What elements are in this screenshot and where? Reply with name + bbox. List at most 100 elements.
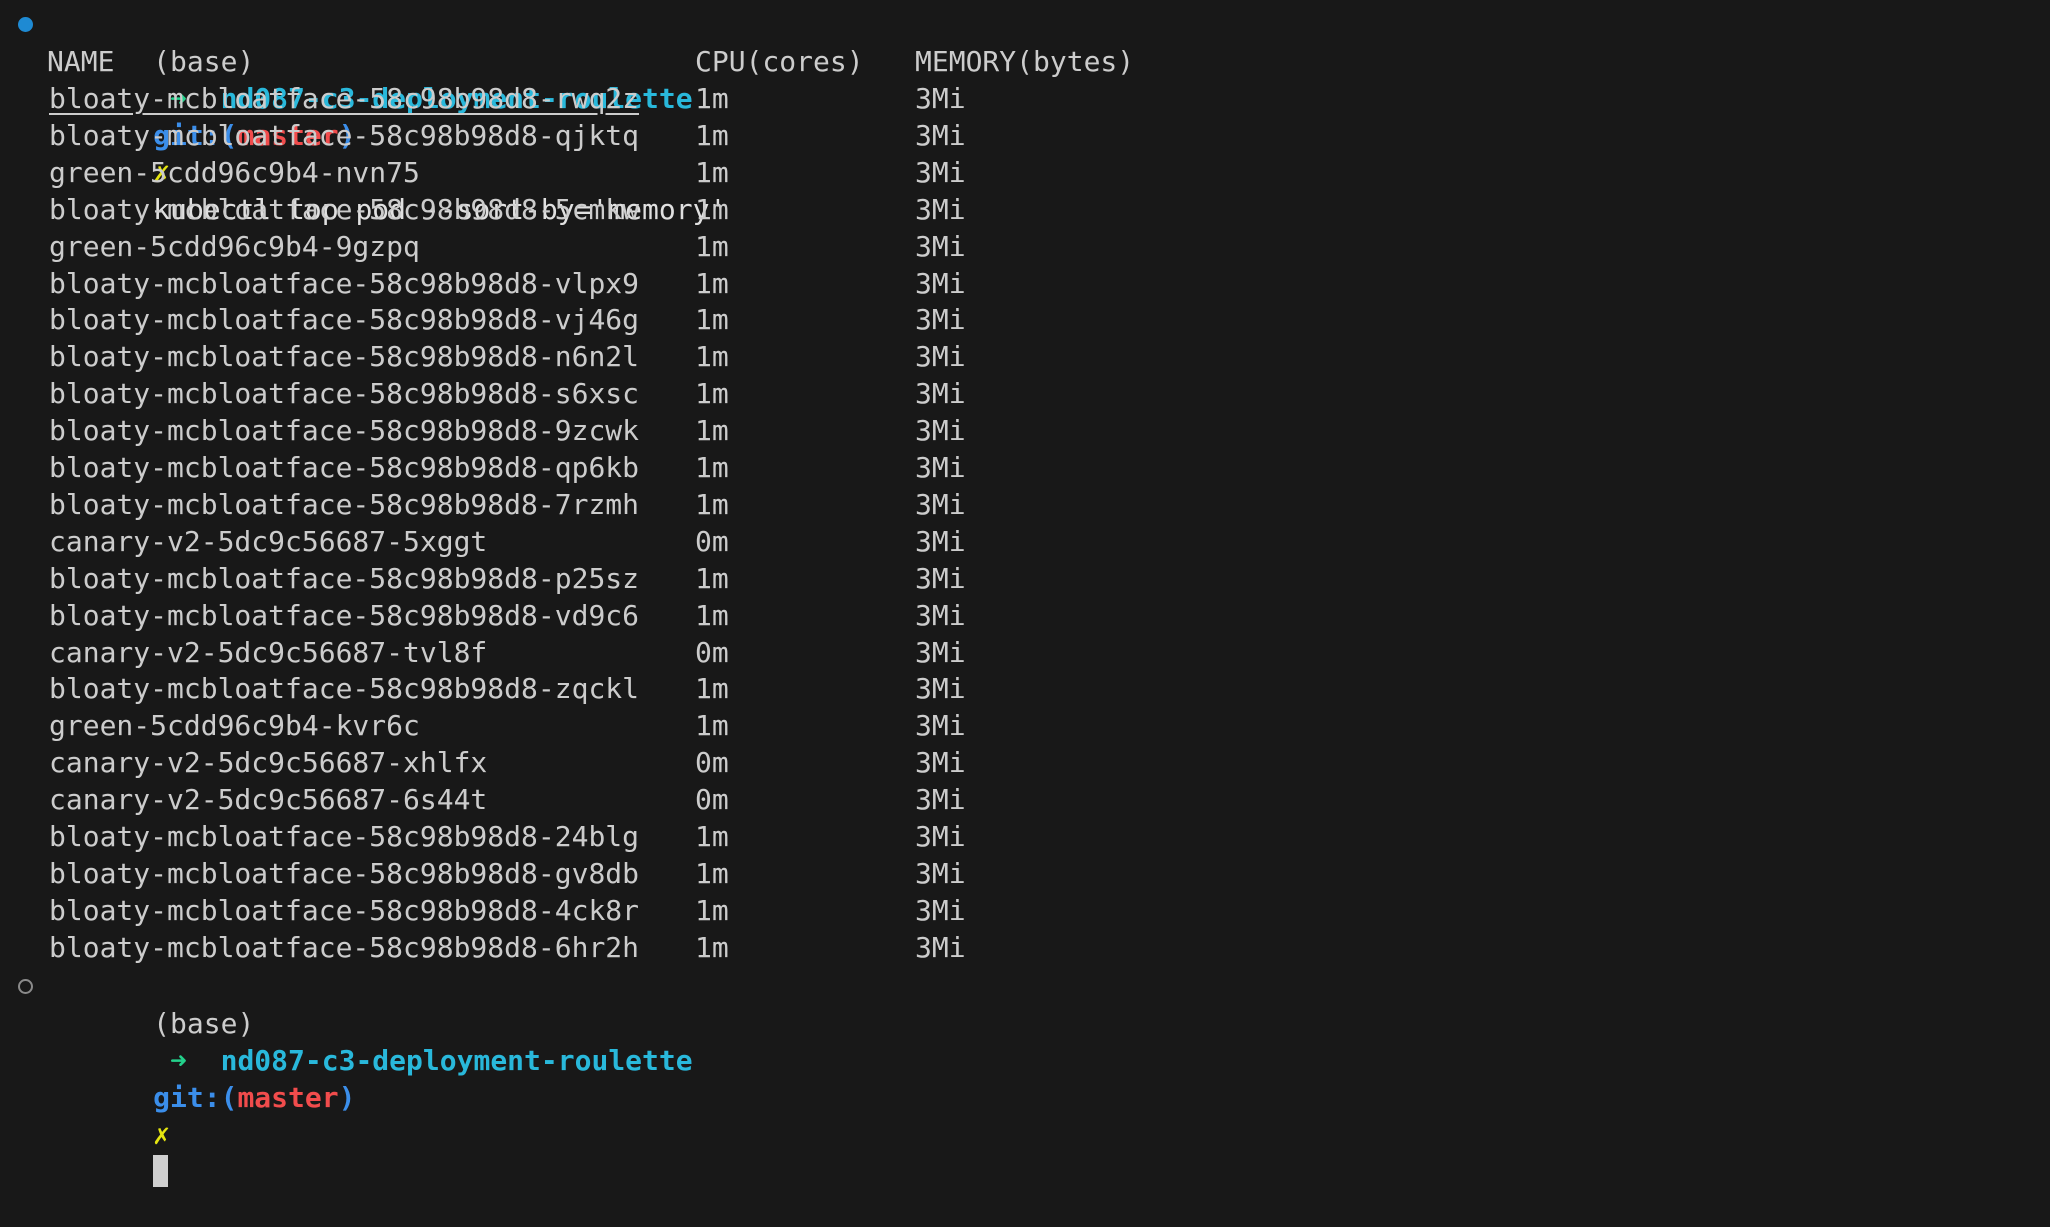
pod-memory: 3Mi	[915, 229, 966, 263]
current-status-dot-icon[interactable]	[18, 979, 33, 994]
pod-name: bloaty-mcbloatface-58c98b98d8-9zcwk	[49, 414, 640, 448]
pod-memory: 3Mi	[915, 856, 966, 890]
table-row: green-5cdd96c9b4-9gzpq 1m 3Mi	[0, 228, 2050, 265]
prompt-line-current: (base) ➜ nd087-c3-deployment-roulette gi…	[0, 968, 693, 1187]
pod-name: canary-v2-5dc9c56687-5xggt	[49, 524, 488, 558]
pod-cpu: 1m	[695, 340, 729, 374]
table-row: bloaty-mcbloatface-58c98b98d8-n6n2l 1m 3Mi	[0, 338, 2050, 375]
table-row: bloaty-mcbloatface-58c98b98d8-5cmkw 1m 3Mi	[0, 191, 2050, 228]
terminal[interactable]: (base) ➜ nd087-c3-deployment-roulette gi…	[0, 0, 2050, 1187]
pod-cpu: 1m	[695, 856, 729, 890]
pod-name: green-5cdd96c9b4-nvn75	[49, 155, 420, 189]
pod-memory: 3Mi	[915, 783, 966, 817]
text-cursor[interactable]	[153, 1155, 169, 1187]
pod-name: green-5cdd96c9b4-kvr6c	[49, 709, 420, 743]
pod-cpu: 1m	[695, 266, 729, 300]
pod-name: bloaty-mcbloatface-58c98b98d8-s6xsc	[49, 377, 640, 411]
pod-name: bloaty-mcbloatface-58c98b98d8-vj46g	[49, 303, 640, 337]
git-label-close: )	[338, 1081, 356, 1114]
pod-memory: 3Mi	[915, 561, 966, 595]
pod-cpu: 1m	[695, 377, 729, 411]
pod-memory: 3Mi	[915, 82, 966, 115]
pod-name: bloaty-mcbloatface-58c98b98d8-4ck8r	[49, 893, 640, 927]
table-row: bloaty-mcbloatface-58c98b98d8-qp6kb 1m 3Mi	[0, 449, 2050, 486]
pod-cpu: 1m	[695, 118, 729, 152]
pod-cpu: 1m	[695, 820, 729, 853]
pod-name: bloaty-mcbloatface-58c98b98d8-n6n2l	[49, 340, 640, 374]
table-row: bloaty-mcbloatface-58c98b98d8-vlpx9 1m 3Mi	[0, 265, 2050, 302]
pod-name: bloaty-mcbloatface-58c98b98d8-6hr2h	[49, 930, 640, 964]
pod-memory: 3Mi	[915, 451, 966, 484]
table-row: canary-v2-5dc9c56687-xhlfx 0m 3Mi	[0, 744, 2050, 781]
table-row: bloaty-mcbloatface-58c98b98d8-24blg 1m 3Mi	[0, 818, 2050, 855]
pod-memory: 3Mi	[915, 635, 966, 669]
pod-memory: 3Mi	[915, 155, 966, 189]
pod-name: canary-v2-5dc9c56687-6s44t	[49, 783, 488, 817]
pod-cpu: 0m	[695, 635, 729, 669]
table-row: bloaty-mcbloatface-58c98b98d8-gv8db 1m 3Mi	[0, 855, 2050, 892]
pod-cpu: 0m	[695, 783, 729, 817]
prompt-arrow-icon: ➜	[170, 1044, 187, 1077]
table-row: bloaty-mcbloatface-58c98b98d8-vj46g 1m 3Mi	[0, 301, 2050, 338]
table-row: bloaty-mcbloatface-58c98b98d8-vd9c6 1m 3Mi	[0, 597, 2050, 634]
command-status-dot-icon[interactable]	[18, 17, 33, 32]
pod-memory: 3Mi	[915, 192, 966, 226]
pod-memory: 3Mi	[915, 672, 966, 706]
pod-name: canary-v2-5dc9c56687-xhlfx	[49, 746, 488, 780]
pod-memory: 3Mi	[915, 524, 966, 558]
pod-memory: 3Mi	[915, 414, 966, 448]
table-row: green-5cdd96c9b4-nvn75 1m 3Mi	[0, 154, 2050, 191]
table-row: bloaty-mcbloatface-58c98b98d8-9zcwk 1m 3Mi	[0, 412, 2050, 449]
pod-cpu: 0m	[695, 746, 729, 780]
table-header: NAME CPU(cores) MEMORY(bytes)	[0, 43, 2050, 80]
pod-cpu: 1m	[695, 487, 729, 521]
pod-name: bloaty-mcbloatface-58c98b98d8-24blg	[49, 820, 640, 853]
git-label: git:(	[153, 1081, 238, 1114]
header-name: NAME	[47, 45, 115, 78]
table-row: bloaty-mcbloatface-58c98b98d8-6hr2h 1m 3Mi	[0, 929, 2050, 966]
pod-cpu: 1m	[695, 893, 729, 927]
prompt-line-command: (base) ➜ nd087-c3-deployment-roulette gi…	[0, 6, 726, 226]
table-row: bloaty-mcbloatface-58c98b98d8-zqckl 1m 3Mi	[0, 670, 2050, 707]
pod-name: green-5cdd96c9b4-9gzpq	[49, 229, 420, 263]
prompt-directory: nd087-c3-deployment-roulette	[220, 1044, 693, 1077]
pod-name: bloaty-mcbloatface-58c98b98d8-zqckl	[49, 672, 640, 706]
table-row: bloaty-mcbloatface-58c98b98d8-7rzmh 1m 3Mi	[0, 486, 2050, 523]
pod-name: bloaty-mcbloatface-58c98b98d8-7rzmh	[49, 487, 640, 521]
pod-name: bloaty-mcbloatface-58c98b98d8-qjktq	[49, 118, 640, 152]
pod-memory: 3Mi	[915, 487, 966, 521]
pod-memory: 3Mi	[915, 930, 966, 964]
pod-memory: 3Mi	[915, 340, 966, 374]
pod-cpu: 1m	[695, 451, 729, 484]
table-row: bloaty-mcbloatface-58c98b98d8-p25sz 1m 3Mi	[0, 560, 2050, 597]
pod-cpu: 1m	[695, 709, 729, 743]
pod-cpu: 1m	[695, 192, 729, 226]
table-row: canary-v2-5dc9c56687-5xggt 0m 3Mi	[0, 523, 2050, 560]
pod-cpu: 1m	[695, 672, 729, 706]
git-branch: master	[237, 1081, 339, 1114]
pod-name[interactable]: bloaty-mcbloatface-58c98b98d8-rwq2z	[49, 80, 639, 117]
pod-memory: 3Mi	[915, 303, 966, 337]
pod-name: bloaty-mcbloatface-58c98b98d8-vlpx9	[49, 266, 640, 300]
table-row: bloaty-mcbloatface-58c98b98d8-s6xsc 1m 3Mi	[0, 375, 2050, 412]
pod-name: canary-v2-5dc9c56687-tvl8f	[49, 635, 488, 669]
pod-cpu: 1m	[695, 82, 729, 115]
pod-memory: 3Mi	[915, 820, 966, 853]
pod-name: bloaty-mcbloatface-58c98b98d8-gv8db	[49, 856, 640, 890]
pod-cpu: 1m	[695, 598, 729, 632]
table-row: canary-v2-5dc9c56687-tvl8f 0m 3Mi	[0, 634, 2050, 671]
pod-memory: 3Mi	[915, 598, 966, 632]
pod-memory: 3Mi	[915, 377, 966, 411]
pod-cpu: 1m	[695, 561, 729, 595]
pod-name: bloaty-mcbloatface-58c98b98d8-qp6kb	[49, 451, 640, 484]
table-row: green-5cdd96c9b4-kvr6c 1m 3Mi	[0, 707, 2050, 744]
table-row: bloaty-mcbloatface-58c98b98d8-qjktq 1m 3Mi	[0, 117, 2050, 154]
conda-env: (base)	[153, 1007, 255, 1040]
table-row: bloaty-mcbloatface-58c98b98d8-4ck8r 1m 3Mi	[0, 892, 2050, 929]
pod-memory: 3Mi	[915, 746, 966, 780]
pod-cpu: 1m	[695, 155, 729, 189]
pod-cpu: 1m	[695, 229, 729, 263]
pod-cpu: 1m	[695, 414, 729, 448]
pod-memory: 3Mi	[915, 709, 966, 743]
pod-memory: 3Mi	[915, 893, 966, 927]
